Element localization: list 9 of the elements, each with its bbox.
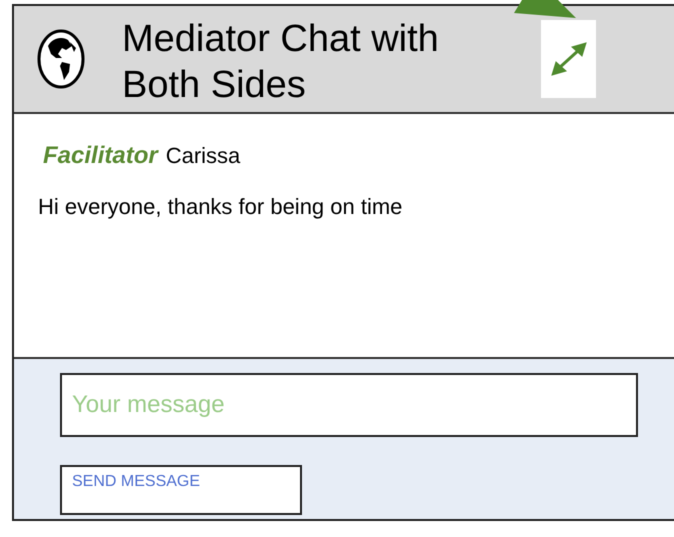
sender-role: Facilitator xyxy=(43,142,158,170)
message-field[interactable]: Your message xyxy=(60,373,638,437)
message-text: Hi everyone, thanks for being on time xyxy=(38,194,404,220)
expand-button[interactable] xyxy=(541,20,596,98)
sender-name: Carissa xyxy=(166,143,240,169)
send-message-button[interactable]: SEND MESSAGE xyxy=(60,465,302,515)
globe-icon xyxy=(36,28,86,90)
window-title: Mediator Chat with Both Sides xyxy=(122,17,440,108)
double-arrow-icon xyxy=(550,42,588,76)
